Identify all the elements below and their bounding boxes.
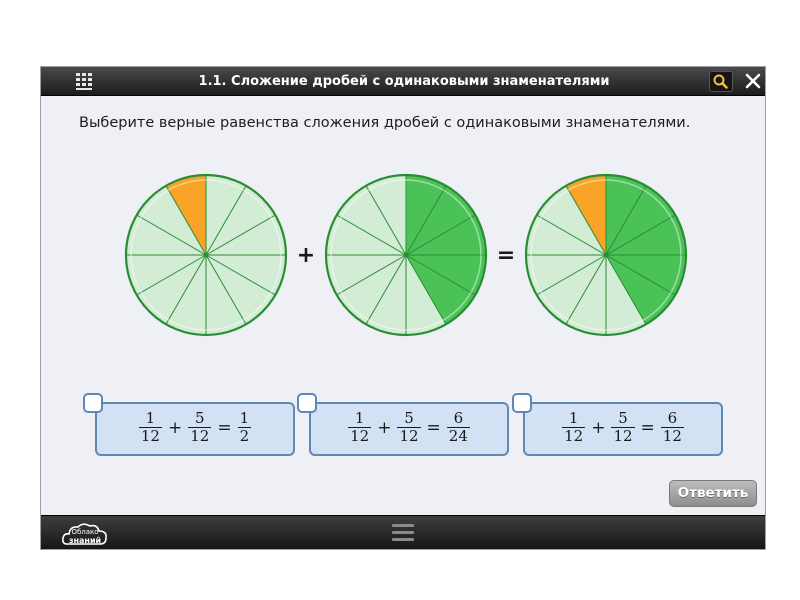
bottom-bar: Облако знаний [41,515,765,549]
plus-sign: + [591,417,606,438]
numerator: 1 [239,409,250,427]
fraction-result: 6 24 [446,409,470,445]
option-checkbox-1[interactable] [83,393,103,413]
denominator: 12 [562,427,586,445]
fraction-addend-2: 5 12 [188,409,212,445]
numerator: 5 [618,409,628,427]
plus-operator: + [297,243,315,268]
option-card-2[interactable]: 1 12 +5 12 = 6 24 [309,402,509,456]
fraction-circles-diagram: + = [124,173,688,337]
denominator: 12 [660,427,684,445]
app-window: 1.1. Сложение дробей с одинаковыми знаме… [40,66,766,550]
grid-menu-icon [76,73,92,90]
option-card-3[interactable]: 1 12 +5 12 = 6 12 [523,402,723,456]
denominator: 12 [188,427,212,445]
title-bar: 1.1. Сложение дробей с одинаковыми знаме… [41,67,765,96]
equals-operator: = [497,243,515,268]
numerator: 5 [404,409,414,427]
numerator: 5 [194,409,205,427]
hamburger-icon [392,524,414,541]
denominator: 12 [611,427,635,445]
denominator: 12 [348,427,372,445]
denominator: 24 [446,427,470,445]
fraction-addend-1: 1 12 [138,409,162,445]
fraction-equation: 1 12 +5 12 = 6 12 [525,410,721,445]
numerator: 1 [354,409,365,427]
search-icon [713,74,728,89]
equals-sign: = [217,417,232,438]
fraction-addend-1: 1 12 [562,409,586,445]
close-button[interactable] [741,70,765,93]
fraction-result: 12 [237,409,252,445]
grid-menu-button[interactable] [73,71,95,92]
fraction-equation: 1 12 +5 12 = 6 24 [311,410,507,445]
logo-line2: знаний [68,536,102,545]
denominator: 12 [397,427,421,445]
oblako-znaniy-logo: Облако знаний [61,520,109,549]
numerator: 1 [145,409,156,427]
fraction-addend-2: 5 12 [397,409,421,445]
numerator: 1 [568,409,579,427]
circle-center [403,252,409,258]
numerator: 6 [667,409,678,427]
equals-sign: = [426,417,441,438]
fraction-addend-2: 5 12 [611,409,635,445]
fraction-equation: 1 12 +5 12 = 1 2 [97,410,293,445]
question-text: Выберите верные равенства сложения дробе… [79,115,691,131]
circle-center [203,252,209,258]
fraction-result: 6 12 [660,409,684,445]
close-icon [745,73,761,89]
search-button[interactable] [709,71,733,92]
denominator: 12 [138,427,162,445]
answer-button[interactable]: Ответить [669,480,757,507]
numerator: 6 [453,409,464,427]
denominator: 2 [237,427,252,445]
equals-sign: = [640,417,655,438]
logo-line1: Облако [71,528,99,536]
fraction-addend-1: 1 12 [348,409,372,445]
option-checkbox-2[interactable] [297,393,317,413]
plus-sign: + [377,417,392,438]
window-title: 1.1. Сложение дробей с одинаковыми знаме… [198,74,610,89]
option-checkbox-3[interactable] [512,393,532,413]
circle-center [603,252,609,258]
hamburger-menu-button[interactable] [392,524,414,546]
plus-sign: + [167,417,183,438]
option-card-1[interactable]: 1 12 +5 12 = 1 2 [95,402,295,456]
